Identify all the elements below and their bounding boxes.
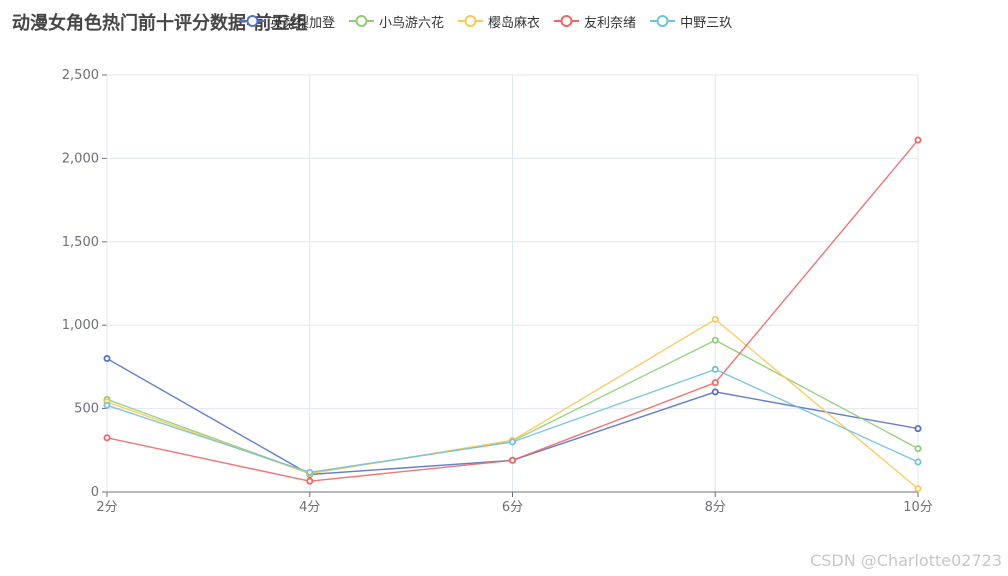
data-point	[508, 438, 516, 446]
data-point	[103, 401, 111, 409]
data-point	[103, 355, 111, 363]
legend-marker-icon	[650, 15, 676, 27]
legend: 英梨梨加登 小鸟游六花 樱岛麻衣 友利奈绪 中野三玖	[240, 11, 746, 31]
x-tick-label: 6分	[502, 500, 523, 515]
data-point	[711, 315, 719, 323]
data-point	[306, 477, 314, 485]
data-point	[711, 365, 719, 373]
line-chart: 0 500 1,000 1,500 2,000 2,500 2分 4分 6分 8分 10分	[62, 68, 933, 515]
data-point	[711, 379, 719, 387]
legend-label: 小鸟游六花	[379, 15, 445, 31]
data-point	[914, 445, 922, 453]
data-point	[914, 136, 922, 144]
legend-item-series-3[interactable]: 樱岛麻衣	[458, 12, 540, 31]
y-tick-label: 2,000	[62, 151, 99, 166]
data-point	[711, 388, 719, 396]
legend-marker-icon	[554, 15, 580, 27]
data-point	[508, 456, 516, 464]
data-point	[711, 336, 719, 344]
legend-item-series-5[interactable]: 中野三玖	[650, 12, 732, 31]
data-point	[103, 434, 111, 442]
legend-item-series-4[interactable]: 友利奈绪	[554, 12, 636, 31]
y-tick-label: 2,500	[62, 68, 99, 83]
x-tick-label: 8分	[705, 500, 726, 515]
watermark: CSDN @Charlotte02723	[810, 551, 1002, 570]
data-point	[306, 468, 314, 476]
x-tick-label: 2分	[96, 500, 117, 515]
legend-item-series-1[interactable]: 英梨梨加登	[240, 12, 335, 31]
legend-item-series-2[interactable]: 小鸟游六花	[349, 12, 444, 31]
y-tick-label: 1,500	[62, 235, 99, 250]
x-tick-label: 4分	[299, 500, 320, 515]
y-tick-label: 1,000	[62, 318, 99, 333]
data-point	[914, 425, 922, 433]
data-point	[914, 458, 922, 466]
legend-marker-icon	[349, 15, 375, 27]
data-point	[914, 485, 922, 493]
legend-label: 英梨梨加登	[270, 15, 336, 31]
y-tick-label: 500	[74, 402, 99, 417]
legend-marker-icon	[240, 15, 265, 27]
legend-label: 樱岛麻衣	[488, 15, 541, 31]
legend-label: 友利奈绪	[584, 15, 637, 31]
x-tick-label: 10分	[903, 500, 933, 515]
legend-label: 中野三玖	[680, 15, 733, 31]
legend-marker-icon	[458, 15, 484, 27]
y-tick-label: 0	[91, 485, 99, 500]
